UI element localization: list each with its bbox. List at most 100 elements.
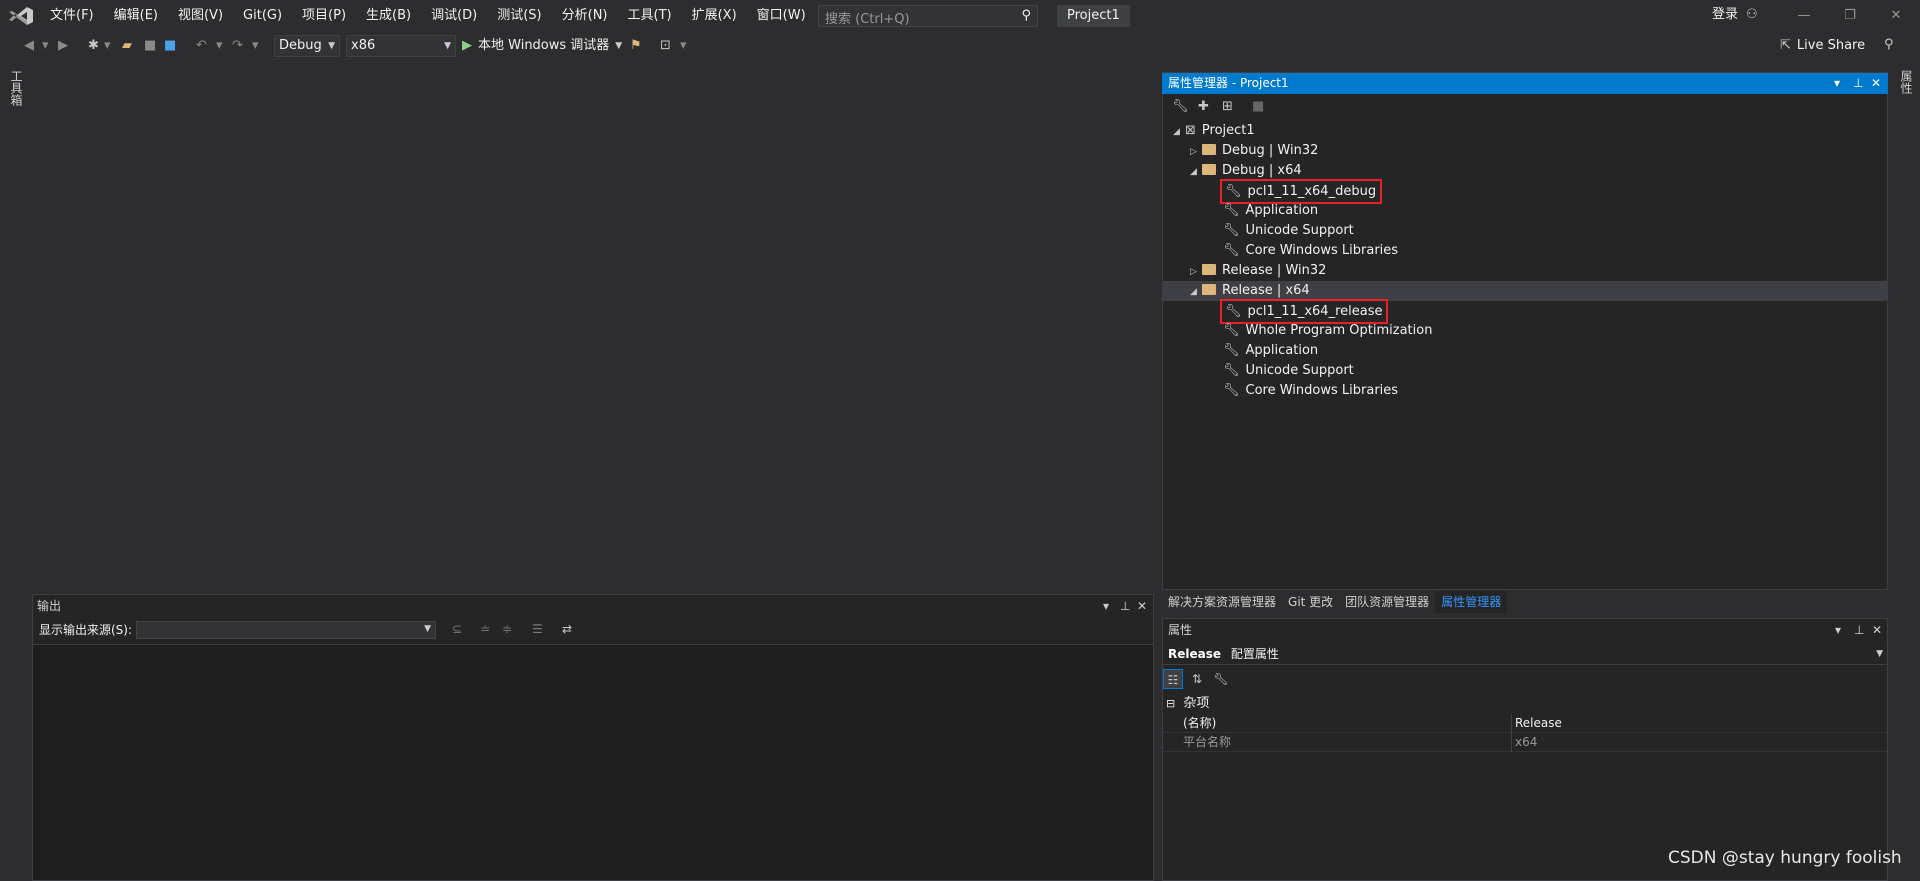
- menu-test[interactable]: 测试(S): [487, 0, 551, 32]
- find-message-icon[interactable]: ⊆: [452, 622, 462, 636]
- project-title: Project1: [1057, 5, 1130, 27]
- tree-node-application[interactable]: 🔧︎ Application: [1223, 201, 1318, 221]
- menu-debug[interactable]: 调试(D): [421, 0, 487, 32]
- property-row[interactable]: 平台名称 x64: [1163, 733, 1887, 752]
- next-message-icon[interactable]: ≑: [502, 622, 512, 636]
- pin-icon[interactable]: ⊥: [1854, 620, 1864, 640]
- configuration-select[interactable]: Debug ▼: [274, 35, 340, 57]
- minimize-button[interactable]: —: [1781, 0, 1827, 32]
- close-window-button[interactable]: ✕: [1873, 0, 1919, 32]
- menu-git[interactable]: Git(G): [233, 0, 292, 32]
- pin-icon[interactable]: ⊥: [1120, 596, 1130, 616]
- forward-icon[interactable]: ▶: [58, 38, 68, 53]
- output-content[interactable]: [33, 644, 1153, 880]
- collapsed-icon: ▷: [1190, 267, 1197, 277]
- tree-root[interactable]: ◢ ⊠ Project1: [1173, 121, 1255, 141]
- menu-bar: 文件(F) 编辑(E) 视图(V) Git(G) 项目(P) 生成(B) 调试(…: [40, 0, 882, 32]
- search-input[interactable]: 搜索 (Ctrl+Q) ⚲: [818, 5, 1038, 27]
- new-project-icon[interactable]: ✱: [88, 38, 99, 53]
- window-position-icon[interactable]: ▾: [1834, 73, 1840, 94]
- menu-window[interactable]: 窗口(W): [747, 0, 816, 32]
- close-icon[interactable]: ✕: [1872, 620, 1882, 640]
- tree-node-unicode-support[interactable]: 🔧︎ Unicode Support: [1223, 361, 1354, 381]
- flag-icon[interactable]: ⚑: [630, 38, 642, 53]
- save-all-icon[interactable]: ■: [164, 38, 176, 53]
- previous-message-icon[interactable]: ≐: [480, 622, 490, 636]
- close-icon[interactable]: ✕: [1137, 596, 1147, 616]
- wrench-icon[interactable]: 🔧︎: [1172, 99, 1189, 114]
- save-icon[interactable]: ■: [144, 38, 156, 53]
- open-folder-icon[interactable]: ▰: [122, 38, 132, 53]
- feedback-icon[interactable]: ⚲: [1884, 37, 1894, 52]
- dropdown-arrow-icon[interactable]: ▾: [216, 38, 223, 53]
- clear-all-icon[interactable]: ☰: [532, 622, 543, 636]
- tree-node-debug-x64[interactable]: ◢ Debug | x64: [1190, 161, 1302, 181]
- property-pages-icon[interactable]: 🔧︎: [1211, 669, 1231, 689]
- back-icon[interactable]: ◀: [24, 38, 34, 53]
- menu-tools[interactable]: 工具(T): [618, 0, 682, 32]
- tab-property-manager[interactable]: 属性管理器: [1435, 591, 1508, 613]
- tree-node-release-x64[interactable]: ◢ Release | x64: [1163, 281, 1887, 301]
- login-button[interactable]: 登录 ⚇: [1712, 0, 1758, 30]
- menu-file[interactable]: 文件(F): [40, 0, 104, 32]
- undo-icon[interactable]: ↶: [196, 38, 207, 53]
- tab-solution-explorer[interactable]: 解决方案资源管理器: [1162, 591, 1282, 613]
- redo-icon[interactable]: ↷: [232, 38, 243, 53]
- play-icon: ▶: [462, 38, 472, 53]
- properties-title: 属性: [1168, 623, 1193, 637]
- alphabetical-icon[interactable]: ⇅: [1187, 669, 1207, 689]
- menu-edit[interactable]: 编辑(E): [104, 0, 168, 32]
- dropdown-arrow-icon[interactable]: ▾: [42, 38, 49, 53]
- tree-node-whole-program-optimization[interactable]: 🔧︎ Whole Program Optimization: [1223, 321, 1432, 341]
- window-position-icon[interactable]: ▾: [1835, 620, 1841, 640]
- menu-project[interactable]: 项目(P): [292, 0, 356, 32]
- menu-extensions[interactable]: 扩展(X): [682, 0, 747, 32]
- restore-button[interactable]: ❐: [1827, 0, 1873, 32]
- screenshot-icon[interactable]: ⊡: [660, 38, 671, 53]
- properties-object-selector[interactable]: Release 配置属性 ▼: [1163, 643, 1887, 665]
- tree-node-debug-win32[interactable]: ▷ Debug | Win32: [1190, 141, 1318, 161]
- menu-analyze[interactable]: 分析(N): [552, 0, 618, 32]
- object-name: Release: [1168, 647, 1222, 661]
- toolbar-options-icon[interactable]: ▾: [680, 38, 687, 53]
- run-label: 本地 Windows 调试器: [478, 38, 610, 53]
- tab-git-changes[interactable]: Git 更改: [1282, 591, 1339, 613]
- tree-node-application[interactable]: 🔧︎ Application: [1223, 341, 1318, 361]
- dropdown-arrow-icon[interactable]: ▾: [104, 38, 111, 53]
- add-existing-sheet-icon[interactable]: ⊞: [1222, 99, 1233, 114]
- tab-team-explorer[interactable]: 团队资源管理器: [1339, 591, 1435, 613]
- toolbox-tab[interactable]: 工具箱: [9, 70, 23, 106]
- menu-view[interactable]: 视图(V): [168, 0, 233, 32]
- tree-node-label: Core Windows Libraries: [1245, 243, 1399, 258]
- tree-node-label: Application: [1245, 343, 1319, 358]
- add-property-sheet-icon[interactable]: ✚: [1198, 99, 1209, 114]
- dropdown-arrow-icon[interactable]: ▾: [252, 38, 259, 53]
- menu-build[interactable]: 生成(B): [356, 0, 421, 32]
- category-row[interactable]: ⊟ 杂项: [1163, 694, 1209, 714]
- tree-node-unicode-support[interactable]: 🔧︎ Unicode Support: [1223, 221, 1354, 241]
- tree-node-label: Release | x64: [1222, 283, 1310, 298]
- start-debugging-button[interactable]: ▶ 本地 Windows 调试器 ▼: [462, 35, 622, 57]
- word-wrap-icon[interactable]: ⇄: [562, 622, 572, 636]
- platform-select[interactable]: x86 ▼: [346, 35, 456, 57]
- property-value: x64: [1515, 735, 1538, 749]
- tree-node-core-windows-libraries[interactable]: 🔧︎ Core Windows Libraries: [1223, 381, 1398, 401]
- save-icon[interactable]: ■: [1252, 99, 1264, 114]
- output-source-select[interactable]: ▼: [136, 621, 436, 639]
- search-placeholder: 搜索 (Ctrl+Q): [825, 12, 910, 27]
- right-side-strip: [1895, 62, 1920, 881]
- property-manager-title: 属性管理器 - Project1: [1168, 76, 1289, 90]
- expanded-icon: ◢: [1190, 167, 1197, 177]
- property-row[interactable]: (名称) Release: [1163, 714, 1887, 733]
- tree-node-core-windows-libraries[interactable]: 🔧︎ Core Windows Libraries: [1223, 241, 1398, 261]
- pin-icon[interactable]: ⊥: [1853, 73, 1863, 94]
- properties-side-tab[interactable]: 属性: [1898, 70, 1915, 94]
- close-icon[interactable]: ✕: [1871, 73, 1881, 94]
- project-icon: ⊠: [1185, 123, 1196, 138]
- wrench-icon: 🔧︎: [1223, 243, 1240, 258]
- object-type: 配置属性: [1230, 647, 1279, 661]
- window-position-icon[interactable]: ▾: [1103, 596, 1109, 616]
- categorized-icon[interactable]: ☷: [1163, 669, 1183, 689]
- live-share-button[interactable]: ⇱ Live Share: [1780, 35, 1865, 57]
- tree-node-release-win32[interactable]: ▷ Release | Win32: [1190, 261, 1326, 281]
